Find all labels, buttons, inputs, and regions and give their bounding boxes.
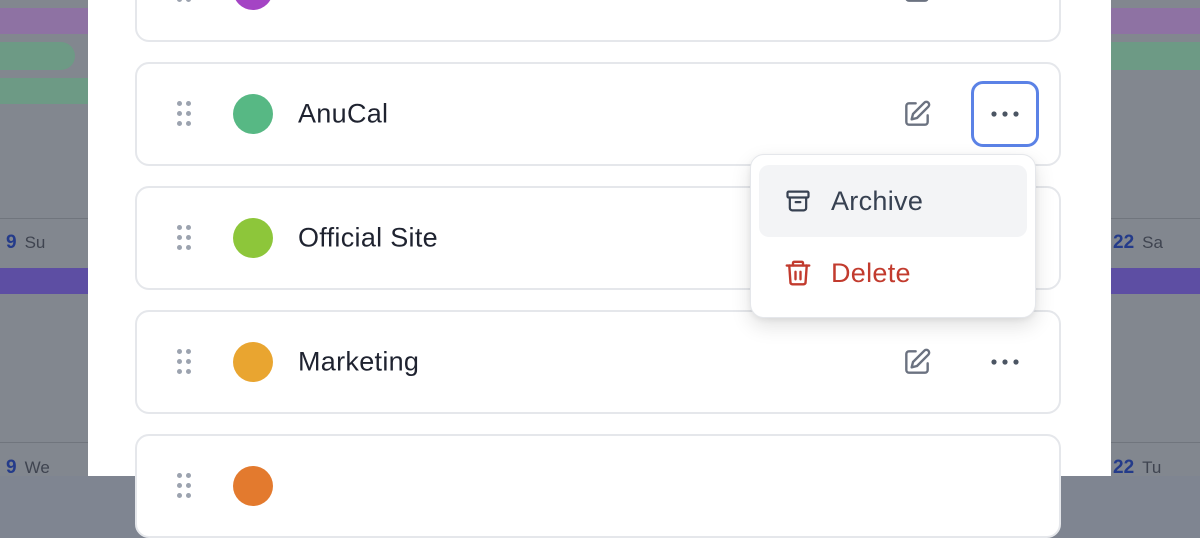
- more-options-button[interactable]: [971, 329, 1039, 395]
- day-of-week: Tu: [1142, 458, 1162, 477]
- calendar-color-dot: [233, 342, 273, 382]
- day-number: 22: [1113, 457, 1135, 478]
- calendar-name: Marketing: [298, 346, 420, 377]
- drag-handle-icon[interactable]: [177, 0, 193, 3]
- calendar-color-dot: [233, 0, 273, 10]
- calendar-name: AnuCal: [298, 98, 389, 129]
- day-label: 22 Sa: [1113, 232, 1163, 254]
- grid-line: [1111, 442, 1200, 443]
- more-options-button[interactable]: [971, 81, 1039, 147]
- calendar-color-dot: [233, 218, 273, 258]
- calendar-row: AnuCal: [135, 62, 1061, 166]
- calendar-name: Official Site: [298, 222, 438, 253]
- event-band: [1111, 8, 1200, 34]
- trash-icon: [783, 258, 813, 288]
- delete-menu-item[interactable]: Delete: [759, 237, 1027, 309]
- event-band: [0, 42, 75, 70]
- event-band: [1111, 268, 1200, 294]
- day-of-week: Su: [24, 233, 46, 252]
- event-band: [0, 78, 88, 104]
- edit-button[interactable]: [897, 342, 937, 382]
- more-horizontal-icon: [991, 111, 1019, 117]
- calendar-color-dot: [233, 466, 273, 506]
- event-band: [0, 8, 88, 34]
- archive-icon: [783, 186, 813, 216]
- day-label: 9 Su: [6, 232, 45, 254]
- edit-icon: [905, 348, 931, 374]
- edit-button[interactable]: [897, 94, 937, 134]
- calendar-row: Marketing: [135, 310, 1061, 414]
- calendar-color-dot: [233, 94, 273, 134]
- edit-icon: [905, 100, 931, 126]
- calendar-row: [135, 434, 1061, 538]
- grid-line: [0, 442, 88, 443]
- edit-button[interactable]: [897, 0, 937, 10]
- day-number: 22: [1113, 232, 1135, 253]
- calendar-row: [135, 0, 1061, 42]
- event-band: [1111, 42, 1200, 70]
- drag-handle-icon[interactable]: [177, 101, 193, 127]
- more-horizontal-icon: [991, 359, 1019, 365]
- drag-handle-icon[interactable]: [177, 473, 193, 499]
- drag-handle-icon[interactable]: [177, 225, 193, 251]
- delete-label: Delete: [831, 257, 911, 288]
- archive-label: Archive: [831, 185, 924, 216]
- day-number: 9: [6, 457, 17, 478]
- edit-icon: [905, 0, 929, 2]
- day-number: 9: [6, 232, 17, 253]
- options-dropdown-menu: Archive Delete: [750, 154, 1036, 318]
- archive-menu-item[interactable]: Archive: [759, 165, 1027, 237]
- grid-line: [1111, 218, 1200, 219]
- event-band: [0, 268, 88, 294]
- day-of-week: We: [24, 458, 50, 477]
- drag-handle-icon[interactable]: [177, 349, 193, 375]
- grid-line: [0, 218, 88, 219]
- day-of-week: Sa: [1142, 233, 1163, 252]
